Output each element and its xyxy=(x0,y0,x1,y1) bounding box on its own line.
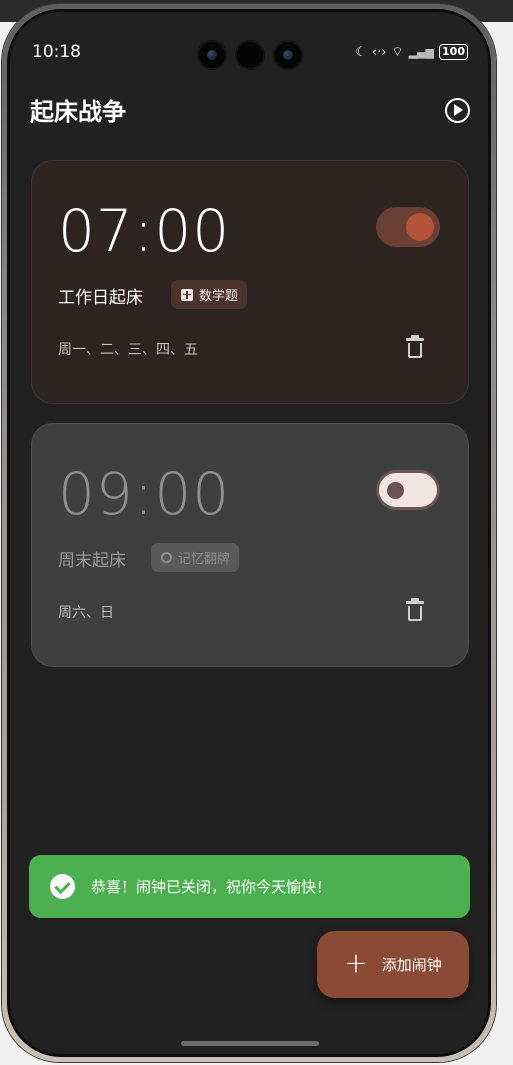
alarm-name: 工作日起床 xyxy=(58,288,143,308)
task-tag: 数学题 xyxy=(171,280,248,309)
status-icons: ☾ ‹·› ⌔ ▂▄▆ 100 xyxy=(355,44,468,60)
moon-icon: ☾ xyxy=(355,44,367,60)
task-tag: 记忆翻牌 xyxy=(151,543,240,572)
alarm-toggle[interactable] xyxy=(376,207,440,247)
play-circle-icon[interactable] xyxy=(445,98,470,123)
alarm-card[interactable]: 07:00 工作日起床 数学题 周一、二、三、四、五 xyxy=(31,160,469,404)
alarm-card[interactable]: 09:00 周末起床 记忆翻牌 周六、日 xyxy=(31,423,469,667)
camera-lens-icon xyxy=(273,40,303,70)
home-indicator[interactable] xyxy=(181,1041,319,1046)
toast-message: 恭喜！闹钟已关闭，祝你今天愉快！ xyxy=(91,878,332,896)
status-bar: 10:18 ☾ ‹·› ⌔ ▂▄▆ 100 xyxy=(10,12,488,70)
page-title: 起床战争 xyxy=(30,98,126,126)
toggle-knob xyxy=(406,213,434,241)
sensor-icon xyxy=(235,40,265,70)
alarm-days: 周六、日 xyxy=(58,605,114,621)
data-arrows-icon: ‹·› xyxy=(371,44,387,60)
success-toast: 恭喜！闹钟已关闭，祝你今天愉快！ xyxy=(29,855,470,918)
plus-icon: + xyxy=(344,946,368,979)
signal-icon: ▂▄▆ xyxy=(408,45,435,59)
task-tag-label: 数学题 xyxy=(199,289,239,304)
check-circle-icon xyxy=(50,874,75,899)
alarm-name: 周末起床 xyxy=(58,551,126,571)
add-alarm-label: 添加闹钟 xyxy=(381,956,442,974)
alarm-days: 周一、二、三、四、五 xyxy=(58,342,198,358)
status-time: 10:18 xyxy=(32,42,81,62)
trash-icon[interactable] xyxy=(406,598,424,621)
alarm-time: 07:00 xyxy=(58,197,231,265)
toggle-knob xyxy=(387,482,404,499)
app-screen: 10:18 ☾ ‹·› ⌔ ▂▄▆ 100 起床战争 07:00 工作日起床 数… xyxy=(10,12,488,1054)
lightbulb-icon xyxy=(161,552,172,563)
wifi-icon: ⌔ xyxy=(391,45,404,60)
trash-icon[interactable] xyxy=(406,335,424,358)
camera-lens-icon xyxy=(197,40,227,70)
add-alarm-button[interactable]: + 添加闹钟 xyxy=(317,931,469,998)
phone-frame: 10:18 ☾ ‹·› ⌔ ▂▄▆ 100 起床战争 07:00 工作日起床 数… xyxy=(2,4,496,1062)
camera-cutout xyxy=(197,40,303,70)
phone-bezel: 10:18 ☾ ‹·› ⌔ ▂▄▆ 100 起床战争 07:00 工作日起床 数… xyxy=(7,9,491,1057)
alarm-time: 09:00 xyxy=(58,460,231,528)
battery-icon: 100 xyxy=(439,44,468,60)
alarm-toggle[interactable] xyxy=(376,470,440,510)
task-tag-label: 记忆翻牌 xyxy=(178,552,231,567)
calculator-icon xyxy=(181,288,193,301)
